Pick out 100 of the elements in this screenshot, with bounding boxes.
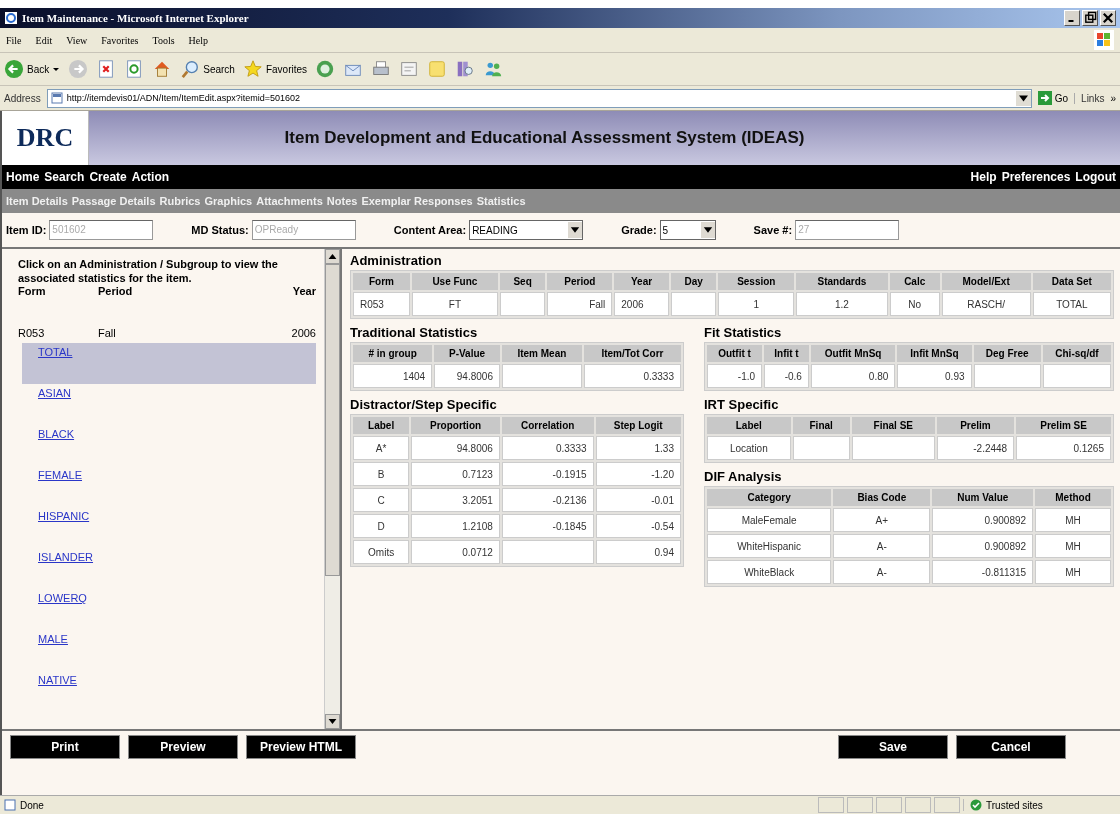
table-cell: -0.811315: [932, 560, 1034, 584]
scroll-down-icon[interactable]: [325, 714, 340, 729]
nav-link[interactable]: Action: [131, 170, 170, 184]
minimize-icon: [1068, 20, 1074, 22]
caret-icon[interactable]: [52, 65, 61, 73]
books-icon[interactable]: [455, 59, 476, 79]
section-title: Traditional Statistics: [350, 325, 479, 340]
status-panel: [876, 797, 902, 813]
column-header: Prelim SE: [1016, 417, 1111, 434]
table-cell: -0.1915: [501, 462, 594, 486]
status-panel: [818, 797, 844, 813]
nav-link[interactable]: Help: [970, 170, 997, 184]
table-cell: Location: [707, 436, 791, 460]
column-header: Infit MnSq: [897, 345, 972, 362]
table-cell: MaleFemale: [707, 508, 832, 532]
menu-item[interactable]: Help: [188, 34, 209, 46]
minimize-button[interactable]: [1064, 10, 1080, 26]
column-header: Year: [614, 273, 669, 290]
restore-icon: [1083, 11, 1097, 25]
table-cell: 94.8006: [434, 364, 500, 388]
column-header: Use Func: [412, 273, 498, 290]
subgroup-link[interactable]: NATIVE: [38, 674, 77, 686]
action-button[interactable]: Preview HTML: [246, 735, 356, 759]
browser-icon: [4, 11, 18, 25]
field-label: MD Status:: [191, 224, 249, 236]
table-cell: Omits: [353, 540, 410, 564]
action-button[interactable]: Save: [838, 735, 948, 759]
column-header: Period: [547, 273, 613, 290]
dropdown[interactable]: 5: [659, 220, 716, 240]
back-button[interactable]: Back: [4, 59, 61, 79]
subgroup-link[interactable]: MALE: [38, 633, 68, 645]
menu-item[interactable]: Edit: [35, 34, 53, 46]
close-icon: [1101, 11, 1115, 25]
menu-item[interactable]: Tools: [152, 34, 175, 46]
table-cell: -0.1845: [501, 514, 594, 538]
media-icon[interactable]: [315, 59, 336, 79]
table-cell: 0.0712: [411, 540, 500, 564]
column-header: Label: [353, 417, 410, 434]
table-cell: C: [353, 488, 410, 512]
close-button[interactable]: [1100, 10, 1116, 26]
zone-text: Trusted sites: [986, 799, 1043, 811]
table-cell: 0.900892: [932, 534, 1034, 558]
links-button[interactable]: Links: [1074, 92, 1105, 104]
nav-link[interactable]: Search: [44, 170, 85, 184]
scroll-thumb[interactable]: [325, 264, 340, 576]
action-button[interactable]: Print: [10, 735, 120, 759]
subgroup-link[interactable]: ISLANDER: [38, 551, 94, 563]
table-cell: 1404: [353, 364, 433, 388]
section-title: Distractor/Step Specific: [350, 397, 498, 412]
nav-link[interactable]: Home: [6, 170, 40, 184]
scroll-up-icon[interactable]: [325, 249, 340, 264]
restore-button[interactable]: [1082, 10, 1098, 26]
column-header: Calc: [889, 273, 940, 290]
column-header: P-Value: [434, 345, 500, 362]
nav-link[interactable]: Logout: [1075, 170, 1116, 184]
table-cell: 0.1265: [1016, 436, 1111, 460]
field-label: Item ID:: [6, 224, 47, 236]
column-header: Year: [291, 285, 316, 297]
table-cell: 94.8006: [411, 436, 500, 460]
column-header: Standards: [796, 273, 888, 290]
dropdown[interactable]: READING: [469, 220, 584, 240]
subgroup-link[interactable]: ASIAN: [38, 387, 71, 399]
address-field[interactable]: http://itemdevis01/ADN/Item/ItemEdit.aspx?itemid=501602: [46, 88, 1032, 108]
table-cell: -0.01: [595, 488, 681, 512]
nav-link[interactable]: Create: [89, 170, 127, 184]
go-button[interactable]: Go: [1037, 91, 1069, 105]
section-title: IRT Specific: [704, 397, 780, 412]
subgroup-link[interactable]: HISPANIC: [38, 510, 90, 522]
period-text: Fall: [98, 327, 117, 339]
action-button[interactable]: Cancel: [956, 735, 1066, 759]
field-label: Content Area:: [393, 224, 467, 236]
table-cell: A+: [833, 508, 931, 532]
search-button[interactable]: Search: [180, 59, 235, 79]
table-cell: -0.54: [595, 514, 681, 538]
status-text: Done: [20, 799, 44, 811]
document-icon[interactable]: [399, 59, 420, 79]
column-header: Item/Tot Corr: [583, 345, 681, 362]
column-header: Bias Code: [833, 489, 931, 506]
table-cell: 0.94: [595, 540, 681, 564]
column-header: Deg Free: [973, 345, 1041, 362]
table-cell: 0.3333: [501, 436, 594, 460]
column-header: Chi-sq/df: [1042, 345, 1111, 362]
more-chevron[interactable]: »: [1110, 92, 1116, 104]
subgroup-link[interactable]: BLACK: [38, 428, 75, 440]
menu-item[interactable]: View: [66, 34, 88, 46]
table-cell: 0.93: [897, 364, 972, 388]
column-header: Day: [670, 273, 717, 290]
subgroup-link[interactable]: FEMALE: [38, 469, 82, 481]
menu-item[interactable]: Favorites: [101, 34, 139, 46]
form-text: R053: [18, 327, 46, 339]
column-header: # in group: [353, 345, 433, 362]
column-header: Data Set: [1032, 273, 1111, 290]
subgroup-link[interactable]: LOWERQ: [38, 592, 87, 604]
column-header: Seq: [499, 273, 546, 290]
action-button[interactable]: Preview: [128, 735, 238, 759]
nav-link[interactable]: Preferences: [1001, 170, 1071, 184]
table-cell: B: [353, 462, 410, 486]
subgroup-link[interactable]: TOTAL: [38, 346, 73, 358]
menu-item[interactable]: File: [6, 34, 22, 46]
favorites-button[interactable]: Favorites: [242, 59, 308, 79]
